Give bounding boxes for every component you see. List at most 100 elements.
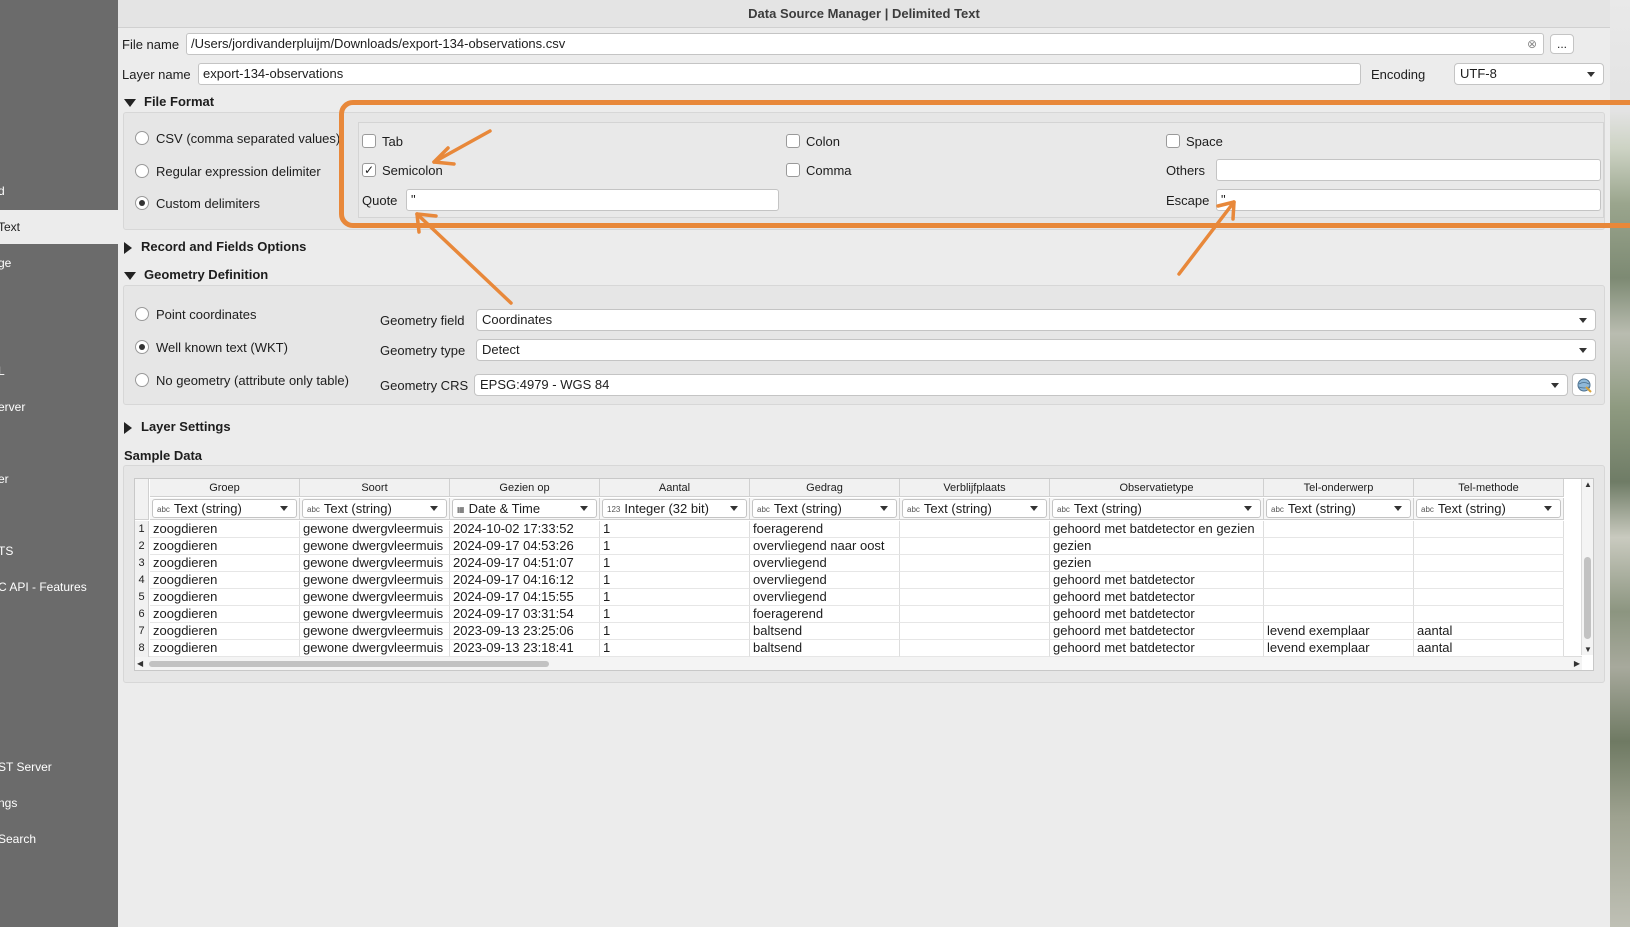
- table-cell[interactable]: zoogdieren: [150, 538, 300, 555]
- column-header[interactable]: Groep: [150, 479, 300, 497]
- vertical-scroll-thumb[interactable]: [1584, 557, 1591, 639]
- custom-delimiters-radio[interactable]: [135, 196, 149, 210]
- table-cell[interactable]: gewone dwergvleermuis: [300, 606, 450, 623]
- table-cell[interactable]: zoogdieren: [150, 589, 300, 606]
- table-cell[interactable]: overvliegend naar oost: [750, 538, 900, 555]
- column-type-select[interactable]: abc Text (string): [752, 499, 897, 518]
- column-header[interactable]: Verblijfplaats: [900, 479, 1050, 497]
- table-cell[interactable]: gezien: [1050, 538, 1264, 555]
- table-cell[interactable]: [1414, 538, 1564, 555]
- table-cell[interactable]: 2023-09-13 23:18:41: [450, 640, 600, 657]
- column-type-select[interactable]: abc Text (string): [1416, 499, 1561, 518]
- file-name-input[interactable]: /Users/jordivanderpluijm/Downloads/expor…: [186, 33, 1544, 55]
- sidebar-item-10[interactable]: ngs: [0, 786, 118, 820]
- column-header[interactable]: Observatietype: [1050, 479, 1264, 497]
- table-cell[interactable]: gewone dwergvleermuis: [300, 589, 450, 606]
- scroll-right-icon[interactable]: ▶: [1574, 659, 1580, 668]
- column-header[interactable]: Gezien op: [450, 479, 600, 497]
- table-cell[interactable]: zoogdieren: [150, 521, 300, 538]
- table-cell[interactable]: [900, 521, 1050, 538]
- table-cell[interactable]: [1264, 538, 1414, 555]
- table-cell[interactable]: zoogdieren: [150, 623, 300, 640]
- table-cell[interactable]: levend exemplaar: [1264, 623, 1414, 640]
- table-cell[interactable]: levend exemplaar: [1264, 640, 1414, 657]
- wkt-radio[interactable]: [135, 340, 149, 354]
- sidebar-item-1[interactable]: d: [0, 174, 118, 208]
- table-cell[interactable]: zoogdieren: [150, 640, 300, 657]
- column-header[interactable]: Gedrag: [750, 479, 900, 497]
- table-cell[interactable]: [900, 623, 1050, 640]
- table-cell[interactable]: [1414, 589, 1564, 606]
- table-cell[interactable]: zoogdieren: [150, 555, 300, 572]
- table-cell[interactable]: overvliegend: [750, 589, 900, 606]
- table-cell[interactable]: gehoord met batdetector: [1050, 640, 1264, 657]
- file-format-header[interactable]: File Format: [124, 94, 214, 109]
- sidebar-item-9[interactable]: ST Server: [0, 750, 118, 784]
- column-type-select[interactable]: abc Text (string): [1266, 499, 1411, 518]
- vertical-scrollbar[interactable]: ▲ ▼: [1581, 479, 1593, 655]
- crs-selector-button[interactable]: [1572, 373, 1596, 396]
- table-cell[interactable]: overvliegend: [750, 572, 900, 589]
- layer-name-input[interactable]: export-134-observations: [198, 63, 1361, 85]
- horizontal-scroll-thumb[interactable]: [149, 661, 549, 667]
- table-cell[interactable]: [1264, 572, 1414, 589]
- table-cell[interactable]: 1: [600, 555, 750, 572]
- geometry-field-select[interactable]: Coordinates: [476, 309, 1596, 331]
- table-cell[interactable]: [1414, 572, 1564, 589]
- no-geometry-radio[interactable]: [135, 373, 149, 387]
- table-cell[interactable]: [1414, 521, 1564, 538]
- table-cell[interactable]: gezien: [1050, 555, 1264, 572]
- table-cell[interactable]: gewone dwergvleermuis: [300, 538, 450, 555]
- table-cell[interactable]: gewone dwergvleermuis: [300, 555, 450, 572]
- table-cell[interactable]: 2024-10-02 17:33:52: [450, 521, 600, 538]
- table-cell[interactable]: gewone dwergvleermuis: [300, 640, 450, 657]
- table-cell[interactable]: 2023-09-13 23:25:06: [450, 623, 600, 640]
- table-cell[interactable]: [1414, 606, 1564, 623]
- sidebar-item-5[interactable]: erver: [0, 390, 118, 424]
- sidebar-item-3[interactable]: ge: [0, 246, 118, 280]
- table-cell[interactable]: gewone dwergvleermuis: [300, 572, 450, 589]
- table-cell[interactable]: 1: [600, 589, 750, 606]
- table-cell[interactable]: gewone dwergvleermuis: [300, 623, 450, 640]
- column-type-select[interactable]: ▦ Date & Time: [452, 499, 597, 518]
- table-cell[interactable]: 1: [600, 572, 750, 589]
- table-cell[interactable]: aantal: [1414, 623, 1564, 640]
- table-cell[interactable]: overvliegend: [750, 555, 900, 572]
- clear-icon[interactable]: ⊗: [1527, 34, 1537, 54]
- column-header[interactable]: Aantal: [600, 479, 750, 497]
- geometry-header[interactable]: Geometry Definition: [124, 267, 268, 282]
- table-cell[interactable]: foeragerend: [750, 606, 900, 623]
- column-header[interactable]: Tel-methode: [1414, 479, 1564, 497]
- encoding-select[interactable]: UTF-8: [1454, 63, 1604, 85]
- csv-radio[interactable]: [135, 131, 149, 145]
- table-cell[interactable]: foeragerend: [750, 521, 900, 538]
- table-cell[interactable]: gehoord met batdetector: [1050, 623, 1264, 640]
- column-type-select[interactable]: abc Text (string): [302, 499, 447, 518]
- table-cell[interactable]: gehoord met batdetector en gezien: [1050, 521, 1264, 538]
- column-header[interactable]: Soort: [300, 479, 450, 497]
- table-cell[interactable]: zoogdieren: [150, 572, 300, 589]
- table-cell[interactable]: [900, 640, 1050, 657]
- table-cell[interactable]: [1264, 521, 1414, 538]
- column-type-select[interactable]: abc Text (string): [1052, 499, 1261, 518]
- scroll-left-icon[interactable]: ◀: [137, 659, 143, 668]
- table-cell[interactable]: [900, 606, 1050, 623]
- table-cell[interactable]: [900, 589, 1050, 606]
- table-cell[interactable]: aantal: [1414, 640, 1564, 657]
- point-coordinates-radio[interactable]: [135, 307, 149, 321]
- sidebar-item-4[interactable]: L: [0, 354, 118, 388]
- sidebar-item-6[interactable]: er: [0, 462, 118, 496]
- column-type-select[interactable]: 123 Integer (32 bit): [602, 499, 747, 518]
- table-cell[interactable]: 1: [600, 623, 750, 640]
- layer-settings-header[interactable]: Layer Settings: [124, 419, 231, 434]
- table-cell[interactable]: [900, 555, 1050, 572]
- table-cell[interactable]: [900, 538, 1050, 555]
- geometry-crs-select[interactable]: EPSG:4979 - WGS 84: [474, 374, 1568, 396]
- sidebar-item-7[interactable]: TS: [0, 534, 118, 568]
- table-cell[interactable]: [900, 572, 1050, 589]
- scroll-up-icon[interactable]: ▲: [1584, 480, 1592, 489]
- table-cell[interactable]: 2024-09-17 04:16:12: [450, 572, 600, 589]
- sidebar-item-11[interactable]: Search: [0, 822, 118, 856]
- browse-button[interactable]: ...: [1550, 34, 1574, 54]
- table-cell[interactable]: baltsend: [750, 623, 900, 640]
